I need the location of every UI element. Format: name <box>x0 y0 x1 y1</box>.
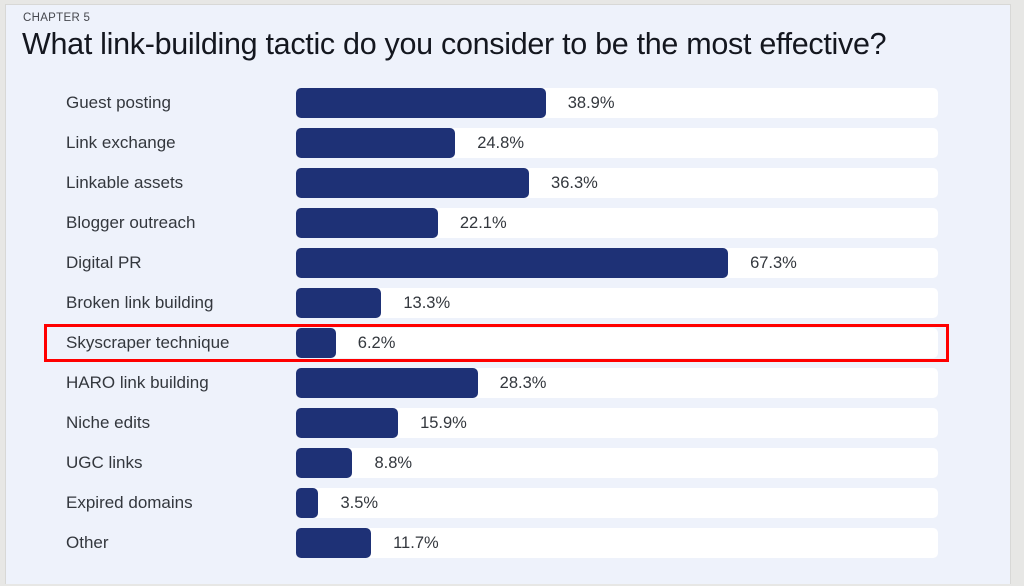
chart-row-label: Broken link building <box>66 293 214 312</box>
bar-track: 38.9% <box>296 88 938 118</box>
slide-frame: CHAPTER 5 What link-building tactic do y… <box>5 4 1011 584</box>
chart-row-label: Linkable assets <box>66 173 184 192</box>
bar-fill <box>296 248 729 278</box>
bar-fill <box>296 288 382 318</box>
bar-fill <box>296 168 530 198</box>
bar-fill <box>296 208 438 238</box>
bar-track: 67.3% <box>296 248 938 278</box>
chapter-label: CHAPTER 5 <box>23 12 91 24</box>
chart-row: Linkable assets 36.3% <box>6 163 1010 203</box>
bar-track: 6.2% <box>296 328 938 358</box>
bar-fill <box>296 448 353 478</box>
bar-track: 22.1% <box>296 208 938 238</box>
bar-value-label: 36.3% <box>551 174 598 192</box>
bar-chart: Guest posting 38.9% Link exchange 24.8% Link… <box>6 83 1010 584</box>
bar-track: 3.5% <box>296 488 938 518</box>
bar-track: 15.9% <box>296 408 938 438</box>
chart-row-label: Link exchange <box>66 133 176 152</box>
bar-value-label: 11.7% <box>393 534 439 552</box>
bar-value-label: 6.2% <box>357 334 396 352</box>
bar-value-label: 3.5% <box>340 494 379 512</box>
bar-track: 24.8% <box>296 128 938 158</box>
bar-value-label: 67.3% <box>750 254 797 272</box>
chart-row-label: Expired domains <box>66 493 193 512</box>
bar-track: 13.3% <box>296 288 938 318</box>
bar-track: 28.3% <box>296 368 938 398</box>
bar-fill <box>296 328 336 358</box>
bar-fill <box>296 488 319 518</box>
chart-row: HARO link building 28.3% <box>6 363 1010 403</box>
bar-fill <box>296 368 478 398</box>
bar-fill <box>296 408 399 438</box>
chart-row: Skyscraper technique 6.2% <box>6 323 1010 363</box>
slide-header: CHAPTER 5 What link-building tactic do y… <box>6 5 1010 83</box>
chart-row: Expired domains 3.5% <box>6 483 1010 523</box>
chart-row-label: Other <box>66 533 109 552</box>
bar-fill <box>296 528 372 558</box>
chart-row-label: UGC links <box>66 453 143 472</box>
bar-value-label: 13.3% <box>403 294 451 312</box>
bar-track: 8.8% <box>296 448 938 478</box>
bar-fill <box>296 88 546 118</box>
bar-track: 11.7% <box>296 528 938 558</box>
chart-row: Niche edits 15.9% <box>6 403 1010 443</box>
chart-row-label: Digital PR <box>66 253 142 272</box>
chart-row: Guest posting 38.9% <box>6 83 1010 123</box>
chart-row-label: HARO link building <box>66 373 209 392</box>
bar-fill <box>296 128 456 158</box>
chart-row: Other 11.7% <box>6 523 1010 563</box>
chart-row: Digital PR 67.3% <box>6 243 1010 283</box>
chart-row-label: Skyscraper technique <box>66 333 230 352</box>
bar-value-label: 24.8% <box>477 134 524 152</box>
bar-value-label: 15.9% <box>420 414 467 432</box>
bar-value-label: 38.9% <box>567 94 615 112</box>
chart-row: Broken link building 13.3% <box>6 283 1010 323</box>
chart-row-label: Niche edits <box>66 413 151 432</box>
chart-row: Blogger outreach 22.1% <box>6 203 1010 243</box>
chart-row-label: Guest posting <box>66 93 171 112</box>
bar-value-label: 8.8% <box>374 454 413 472</box>
chart-row: Link exchange 24.8% <box>6 123 1010 163</box>
bar-value-label: 28.3% <box>499 374 547 392</box>
chart-row: UGC links 8.8% <box>6 443 1010 483</box>
bar-track: 36.3% <box>296 168 938 198</box>
chart-row-label: Blogger outreach <box>66 213 196 232</box>
bar-value-label: 22.1% <box>459 214 507 232</box>
page-title: What link-building tactic do you conside… <box>22 27 887 61</box>
